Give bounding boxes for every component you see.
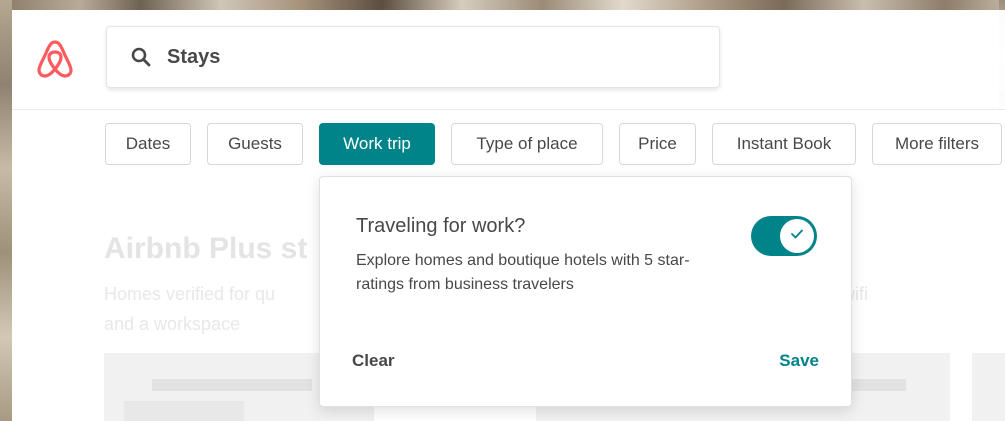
filter-chip-work-trip[interactable]: Work trip bbox=[319, 123, 435, 165]
popover-description: Explore homes and boutique hotels with 5… bbox=[356, 252, 690, 293]
section-heading: Airbnb Plus st bbox=[104, 232, 307, 266]
airbnb-logo-icon[interactable] bbox=[36, 38, 74, 78]
search-input[interactable]: Stays bbox=[106, 26, 720, 88]
popover-title: Traveling for work? bbox=[356, 215, 526, 237]
clear-button[interactable]: Clear bbox=[352, 351, 395, 371]
work-trip-toggle[interactable] bbox=[751, 216, 817, 256]
listing-card[interactable] bbox=[972, 353, 1005, 421]
filter-chip-dates[interactable]: Dates bbox=[105, 123, 191, 165]
filter-chip-instant-book[interactable]: Instant Book bbox=[712, 123, 856, 165]
search-icon bbox=[131, 47, 151, 67]
search-value: Stays bbox=[167, 45, 221, 68]
toggle-knob bbox=[780, 219, 814, 253]
filter-chip-more-filters[interactable]: More filters bbox=[872, 123, 1002, 165]
hero-image-edge bbox=[0, 0, 12, 421]
card-image-detail bbox=[124, 401, 244, 421]
filter-chip-type-of-place[interactable]: Type of place bbox=[451, 123, 603, 165]
check-icon bbox=[790, 227, 804, 245]
top-header: Stays bbox=[12, 10, 1005, 110]
work-trip-popover: Traveling for work? Explore homes and bo… bbox=[319, 176, 852, 407]
filter-chip-price[interactable]: Price bbox=[619, 123, 696, 165]
card-image-detail bbox=[152, 379, 312, 391]
hero-image-strip bbox=[0, 0, 1005, 10]
filter-chip-guests[interactable]: Guests bbox=[207, 123, 303, 165]
save-button[interactable]: Save bbox=[779, 351, 819, 371]
section-title: Airbnb Plus st bbox=[104, 232, 308, 265]
